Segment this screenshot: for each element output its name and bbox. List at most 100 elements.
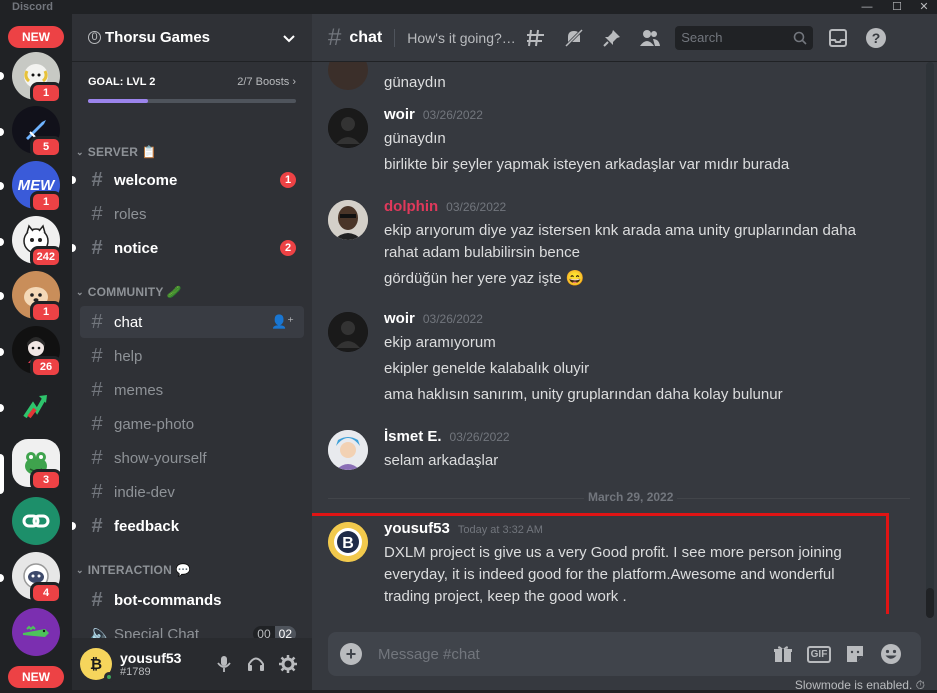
minimize-button[interactable]: —: [857, 0, 877, 14]
unread-indicator: [0, 72, 4, 80]
search-icon: [793, 31, 807, 45]
chevron-right-icon: ›: [292, 76, 296, 88]
new-badge[interactable]: NEW: [8, 666, 64, 688]
hash-icon: #: [91, 344, 103, 367]
server-icon-arrow[interactable]: [12, 382, 60, 430]
chat-area: # chat How's it going? ... ?: [312, 14, 937, 692]
server-icon-astronaut[interactable]: 4: [12, 552, 62, 604]
close-button[interactable]: ✕: [914, 0, 934, 14]
channel-chat[interactable]: # chat 👤⁺: [80, 306, 304, 338]
server-icon-mew[interactable]: MEW 1: [12, 161, 62, 213]
boost-goal[interactable]: GOAL: LVL 2 2/7 Boosts ›: [72, 62, 312, 112]
gear-icon[interactable]: [272, 648, 304, 680]
emoji-icon[interactable]: [873, 642, 909, 666]
headphones-icon[interactable]: [240, 648, 272, 680]
message: woir 03/26/2022 ekip aramıyorum ekipler g…: [328, 310, 908, 406]
server-icon-link[interactable]: [12, 497, 60, 545]
server-icon-sword[interactable]: 5: [12, 106, 62, 158]
search-field[interactable]: [675, 25, 814, 50]
hash-icon: #: [328, 23, 342, 51]
server-icon-frog[interactable]: 3: [12, 439, 62, 491]
hash-icon: #: [91, 412, 103, 435]
message-input[interactable]: [378, 645, 765, 663]
message-author[interactable]: dolphin: [384, 198, 438, 215]
sticker-icon[interactable]: [837, 642, 873, 666]
message-timestamp: 03/26/2022: [422, 108, 483, 122]
channel-indie-dev[interactable]: # indie-dev: [80, 476, 304, 508]
message-list: günaydın woir 03/26/2022 günaydın birlikt…: [312, 62, 926, 614]
scroll-thumb[interactable]: [926, 588, 934, 618]
avatar[interactable]: ₿: [80, 648, 114, 682]
channel-sidebar: 0 Thorsu Games GOAL: LVL 2 2/7 Boosts › …: [72, 14, 312, 690]
channel-show-yourself[interactable]: # show-yourself: [80, 442, 304, 474]
avatar[interactable]: [328, 108, 368, 148]
message-author[interactable]: İsmet E.: [384, 428, 442, 445]
avatar[interactable]: [328, 62, 368, 90]
avatar[interactable]: B: [328, 522, 368, 562]
message-text: ekipler genelde kalabalık oluyir: [384, 360, 590, 377]
server-icon-dog[interactable]: 1: [12, 271, 62, 323]
server-list: NEW 1 5 MEW 1 242 1 26 3 4 NEW: [0, 14, 72, 690]
channel-feedback[interactable]: # feedback: [72, 510, 304, 542]
mention-badge: 1: [30, 82, 62, 104]
add-member-icon[interactable]: 👤⁺: [271, 314, 294, 330]
scrollbar[interactable]: [926, 62, 934, 618]
server-icon-girl[interactable]: 26: [12, 326, 62, 378]
pin-icon[interactable]: [596, 26, 628, 50]
message: B yousuf53 Today at 3:32 AM DXLM project …: [328, 520, 908, 608]
server-icon-ram[interactable]: 1: [12, 52, 62, 104]
category-server[interactable]: ⌄ SERVER 📋: [72, 142, 157, 162]
channel-welcome[interactable]: # welcome 1: [72, 164, 304, 196]
unread-indicator: [72, 176, 76, 184]
help-icon[interactable]: ?: [860, 26, 892, 50]
server-header[interactable]: 0 Thorsu Games: [72, 14, 312, 62]
hash-icon: #: [91, 378, 103, 401]
channel-help[interactable]: # help: [80, 340, 304, 372]
gift-icon[interactable]: [765, 642, 801, 666]
microphone-icon[interactable]: [208, 648, 240, 680]
mention-badge: 1: [30, 301, 62, 323]
inbox-icon[interactable]: [822, 26, 854, 50]
message-author[interactable]: yousuf53: [384, 520, 450, 537]
new-badge[interactable]: NEW: [8, 26, 64, 48]
upload-plus-icon[interactable]: +: [340, 643, 362, 665]
chevron-down-icon: ⌄: [76, 564, 84, 575]
message-composer: + GIF: [328, 632, 921, 676]
goal-label: GOAL: LVL 2: [88, 76, 156, 88]
search-input[interactable]: [681, 30, 794, 45]
message-text: ama haklısın sanırım, unity gruplarından…: [384, 386, 783, 403]
message: woir 03/26/2022 günaydın birlikte bir şey…: [328, 106, 908, 176]
gif-icon[interactable]: GIF: [801, 642, 837, 666]
channel-bot-commands[interactable]: # bot-commands: [80, 584, 304, 616]
message-author[interactable]: woir: [384, 106, 415, 123]
server-icon-cat[interactable]: 242: [12, 216, 62, 268]
message-text: birlikte bir şeyler yapmak isteyen arkad…: [384, 156, 790, 173]
threads-icon[interactable]: [520, 26, 552, 50]
channel-memes[interactable]: # memes: [80, 374, 304, 406]
mute-bell-icon[interactable]: [558, 26, 590, 50]
message-timestamp: Today at 3:32 AM: [457, 524, 543, 536]
channel-game-photo[interactable]: # game-photo: [80, 408, 304, 440]
members-icon[interactable]: [634, 26, 666, 50]
message-text: ekip arıyorum diye yaz istersen knk arad…: [384, 222, 856, 261]
unread-indicator: [0, 238, 4, 246]
channel-roles[interactable]: # roles: [80, 198, 304, 230]
message: günaydın: [328, 62, 908, 94]
avatar[interactable]: [328, 430, 368, 470]
slowmode-notice: Slowmode is enabled. ⏱: [794, 678, 925, 692]
server-icon-crocodile[interactable]: [12, 608, 60, 656]
channel-notice[interactable]: # notice 2: [72, 232, 304, 264]
title-bar: Discord — ☐ ✕: [0, 0, 937, 14]
channel-topic[interactable]: How's it going? ...: [407, 30, 517, 46]
message-author[interactable]: woir: [384, 310, 415, 327]
user-name: yousuf53: [120, 650, 182, 666]
category-interaction[interactable]: ⌄ INTERACTION 💬: [72, 560, 191, 580]
unread-indicator: [0, 292, 4, 300]
unread-indicator: [0, 574, 4, 582]
avatar[interactable]: [328, 312, 368, 352]
mention-badge: 4: [30, 582, 62, 604]
selected-indicator: [0, 454, 4, 494]
maximize-button[interactable]: ☐: [887, 0, 907, 14]
category-community[interactable]: ⌄ COMMUNITY 🥒: [72, 282, 182, 302]
avatar[interactable]: [328, 200, 368, 240]
